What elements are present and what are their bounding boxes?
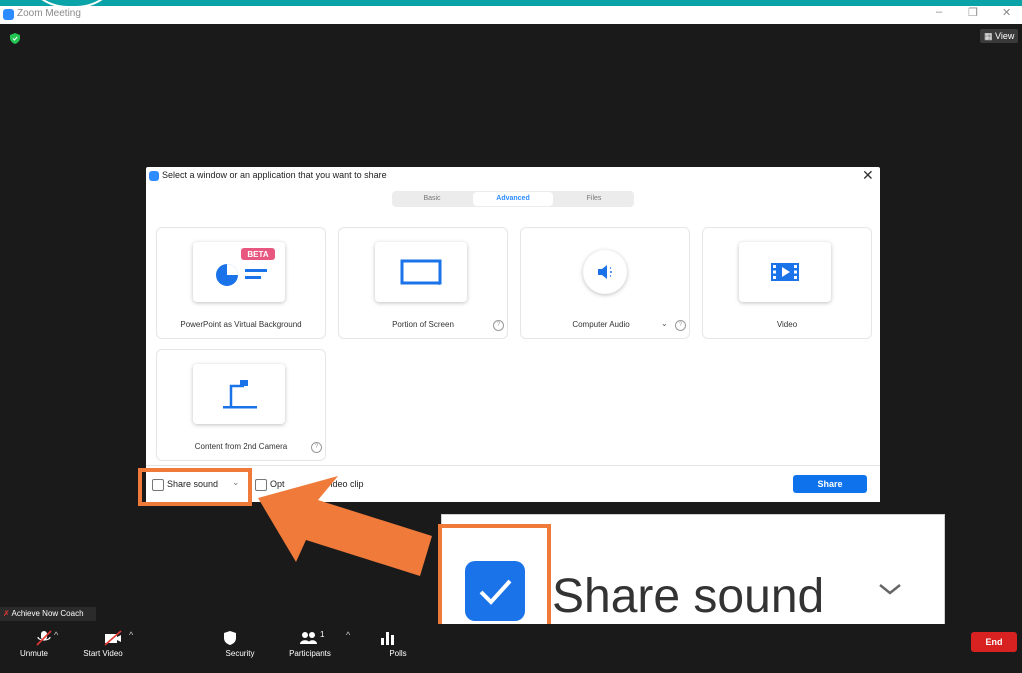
video-off-icon [104,630,122,646]
start-video-button[interactable]: Start Video [83,630,133,658]
security-button[interactable]: Security [220,630,254,658]
participant-count: 1 [320,630,325,639]
security-label: Security [225,649,255,658]
polls-icon [381,632,394,645]
participants-chevron-icon[interactable]: ^ [346,630,350,640]
participants-icon [300,632,317,644]
participant-name-tag: ✗ Achieve Now Coach [0,607,96,621]
participant-name: Achieve Now Coach [11,609,84,618]
audio-options-chevron-icon[interactable]: ^ [54,630,58,640]
participants-label: Participants [289,649,331,658]
mic-muted-icon [36,630,52,646]
participants-button[interactable]: 1 Participants [289,630,331,658]
share-sound-zoom-label: Share sound [552,570,825,623]
mic-muted-small-icon: ✗ [3,609,10,618]
polls-button[interactable]: Polls [378,630,407,658]
end-meeting-button[interactable]: End [971,632,1017,652]
start-video-label: Start Video [83,649,123,658]
chevron-down-icon[interactable] [874,573,906,605]
meeting-toolbar [0,624,1022,673]
polls-label: Polls [389,649,407,658]
video-options-chevron-icon[interactable]: ^ [129,630,133,640]
security-shield-icon [224,631,236,645]
